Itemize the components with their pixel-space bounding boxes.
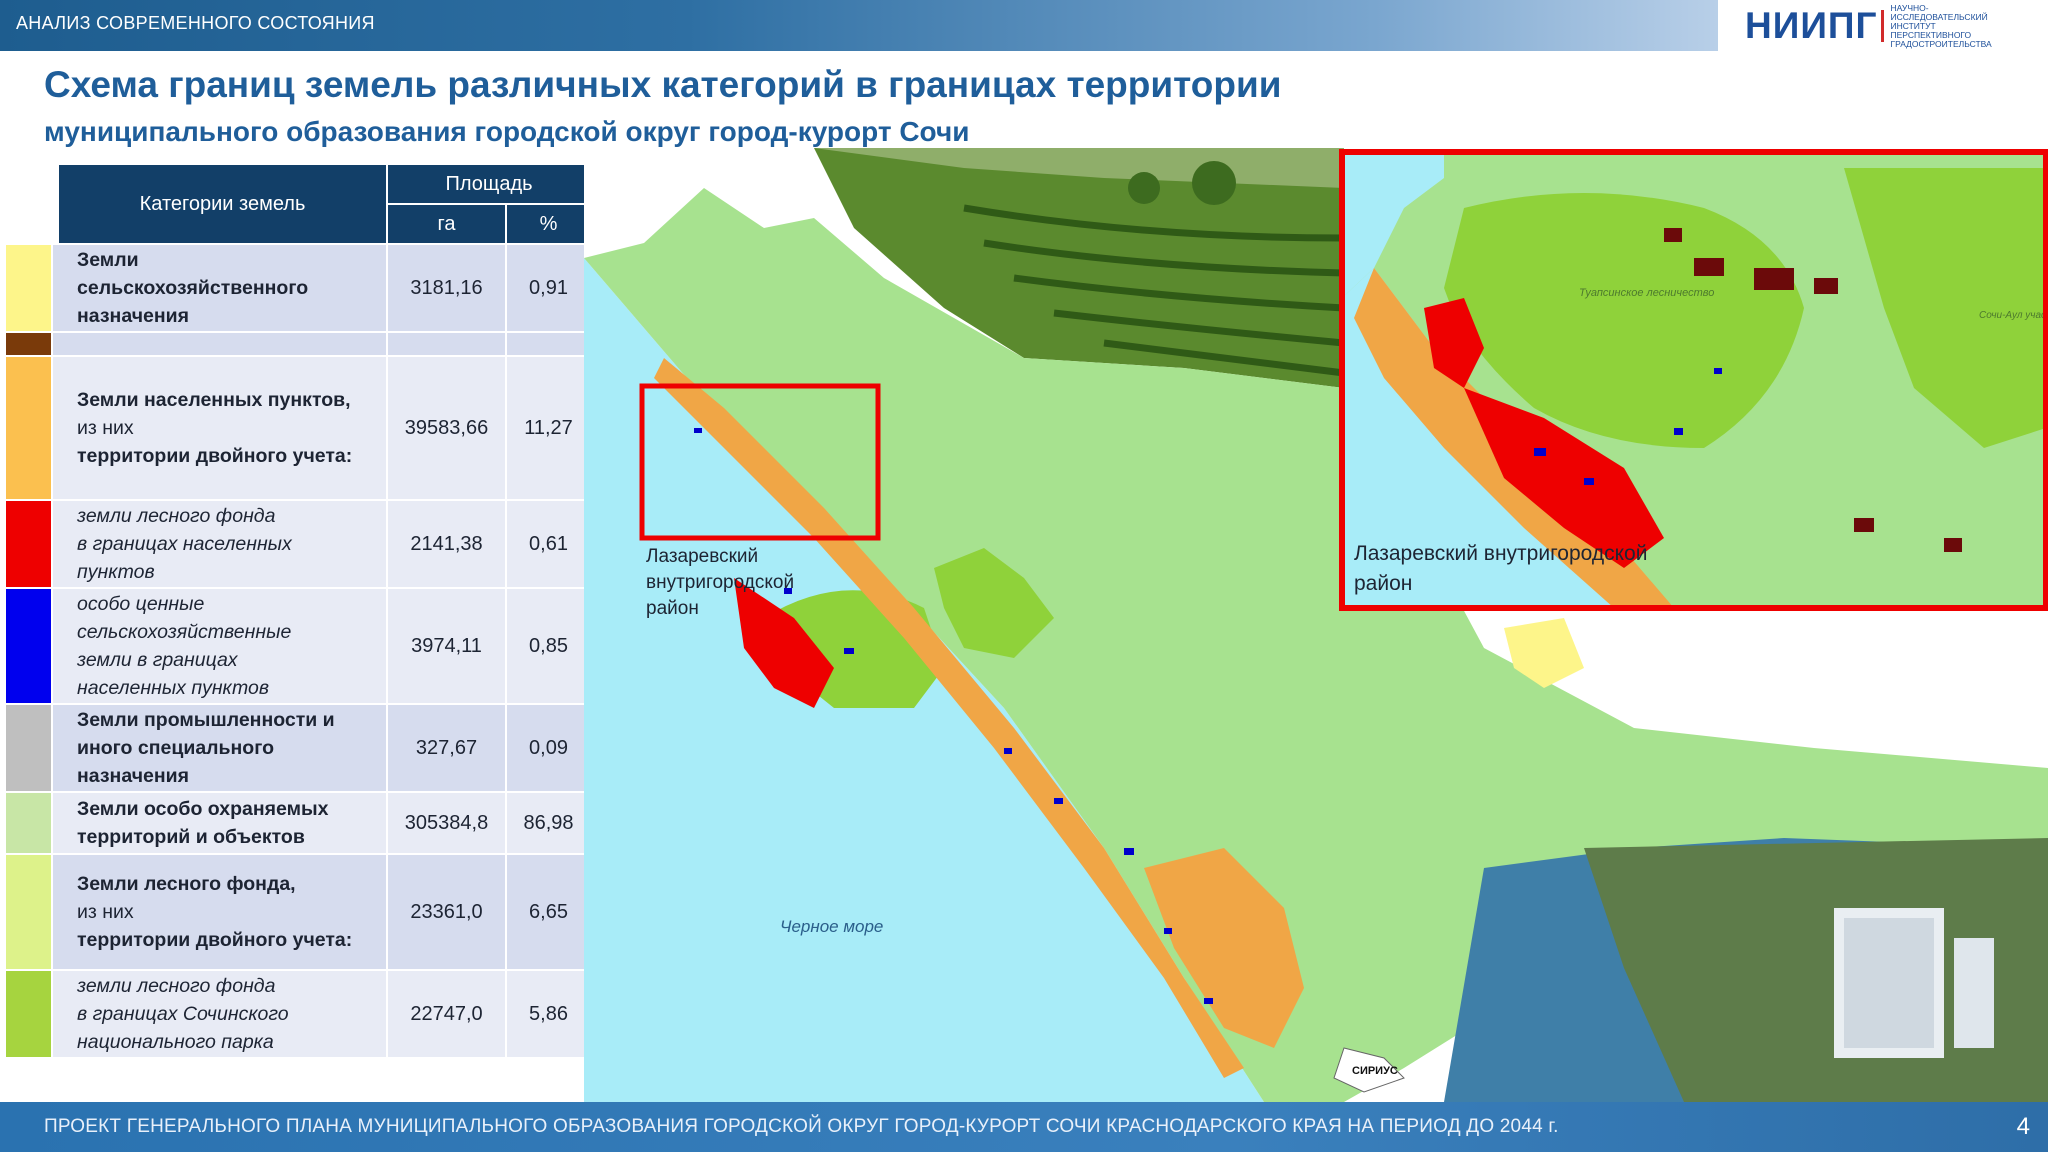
table-row xyxy=(6,333,590,355)
section-title: АНАЛИЗ СОВРЕМЕННОГО СОСТОЯНИЯ xyxy=(16,13,375,33)
district-label: Лазаревский xyxy=(646,546,758,567)
area-ha-cell xyxy=(388,333,505,355)
sea-label: Черное море xyxy=(780,917,883,936)
table-row: Земли особо охраняемых территорий и объек… xyxy=(6,793,590,853)
area-ha-cell: 3181,16 xyxy=(388,245,505,331)
area-pct-cell: 11,27 xyxy=(507,357,590,499)
area-ha-cell: 305384,8 xyxy=(388,793,505,853)
area-ha-cell: 39583,66 xyxy=(388,357,505,499)
footer-bar: ПРОЕКТ ГЕНЕРАЛЬНОГО ПЛАНА МУНИЦИПАЛЬНОГО… xyxy=(0,1102,2048,1152)
sochi-aul-label: Сочи-Аул участковое xyxy=(1979,310,2048,321)
header-area: Площадь xyxy=(388,165,590,203)
area-pct-cell: 0,91 xyxy=(507,245,590,331)
color-swatch xyxy=(6,333,51,355)
category-cell: Земли населенных пунктов, из них территори… xyxy=(53,357,386,499)
tuapse-forestry-label: Туапсинское лесничество xyxy=(1579,287,1714,299)
color-swatch xyxy=(6,589,51,703)
table-row: Земли промышленности и иного специального… xyxy=(6,705,590,791)
table-row: особо ценные сельскохозяйственные земли в … xyxy=(6,589,590,703)
area-pct-cell xyxy=(507,333,590,355)
niipg-logo: НИИПГ НАУЧНО-ИССЛЕДОВАТЕЛЬСКИЙ ИНСТИТУТ … xyxy=(1745,2,2010,49)
logo-description: НАУЧНО-ИССЛЕДОВАТЕЛЬСКИЙ ИНСТИТУТ ПЕРСПЕ… xyxy=(1890,2,1992,49)
area-ha-cell: 22747,0 xyxy=(388,971,505,1057)
area-ha-cell: 3974,11 xyxy=(388,589,505,703)
area-pct-cell: 0,85 xyxy=(507,589,590,703)
table-row: земли лесного фонда в границах населенных… xyxy=(6,501,590,587)
top-bar: АНАЛИЗ СОВРЕМЕННОГО СОСТОЯНИЯ xyxy=(0,0,1718,51)
header-pct: % xyxy=(507,205,590,243)
area-pct-cell: 6,65 xyxy=(507,855,590,969)
color-swatch xyxy=(6,705,51,791)
land-category-map: Лазаревский внутригородской район Черное… xyxy=(584,148,2048,1102)
table-header: Категории земель Площадь га % xyxy=(53,165,590,243)
area-pct-cell: 0,09 xyxy=(507,705,590,791)
color-swatch xyxy=(6,971,51,1057)
header-category: Категории земель xyxy=(59,165,386,243)
page-title: Схема границ земель различных категорий … xyxy=(44,64,1282,105)
category-cell: земли лесного фонда в границах населенных… xyxy=(53,501,386,587)
category-cell: Земли лесного фонда, из них территории дво… xyxy=(53,855,386,969)
header-ha: га xyxy=(388,205,505,243)
inset-district-label: район xyxy=(1354,572,1412,595)
footer-text: ПРОЕКТ ГЕНЕРАЛЬНОГО ПЛАНА МУНИЦИПАЛЬНОГО… xyxy=(44,1116,1559,1137)
color-swatch xyxy=(6,357,51,499)
area-ha-cell: 327,67 xyxy=(388,705,505,791)
category-cell: земли лесного фонда в границах Сочинского… xyxy=(53,971,386,1057)
district-label: район xyxy=(646,598,699,619)
area-ha-cell: 2141,38 xyxy=(388,501,505,587)
color-swatch xyxy=(6,793,51,853)
sochi-coast-photo xyxy=(1444,838,2048,1102)
color-swatch xyxy=(6,245,51,331)
area-pct-cell: 86,98 xyxy=(507,793,590,853)
table-row: Земли сельскохозяйственного назначения 318… xyxy=(6,245,590,331)
category-cell: особо ценные сельскохозяйственные земли в … xyxy=(53,589,386,703)
category-cell: Земли промышленности и иного специального… xyxy=(53,705,386,791)
page-subtitle: муниципального образования городской окр… xyxy=(44,116,970,147)
area-pct-cell: 0,61 xyxy=(507,501,590,587)
area-ha-cell: 23361,0 xyxy=(388,855,505,969)
category-cell xyxy=(53,333,386,355)
color-swatch xyxy=(6,855,51,969)
table-row: земли лесного фонда в границах Сочинского… xyxy=(6,971,590,1057)
table-row: Земли лесного фонда, из них территории дво… xyxy=(6,855,590,969)
lazarevsky-inset-map: Туапсинское лесничество Сочи-Аул участко… xyxy=(1339,149,2048,611)
inset-district-label: Лазаревский внутригородской xyxy=(1354,542,1647,565)
category-cell: Земли особо охраняемых территорий и объек… xyxy=(53,793,386,853)
logo-divider xyxy=(1881,10,1885,42)
color-swatch xyxy=(6,501,51,587)
district-label: внутригородской xyxy=(646,572,794,593)
sirius-label: СИРИУС xyxy=(1352,1065,1398,1077)
logo-mark: НИИПГ xyxy=(1745,5,1878,46)
table-row: Земли населенных пунктов, из них территори… xyxy=(6,357,590,499)
area-pct-cell: 5,86 xyxy=(507,971,590,1057)
category-cell: Земли сельскохозяйственного назначения xyxy=(53,245,386,331)
page-number: 4 xyxy=(2016,1113,2030,1140)
